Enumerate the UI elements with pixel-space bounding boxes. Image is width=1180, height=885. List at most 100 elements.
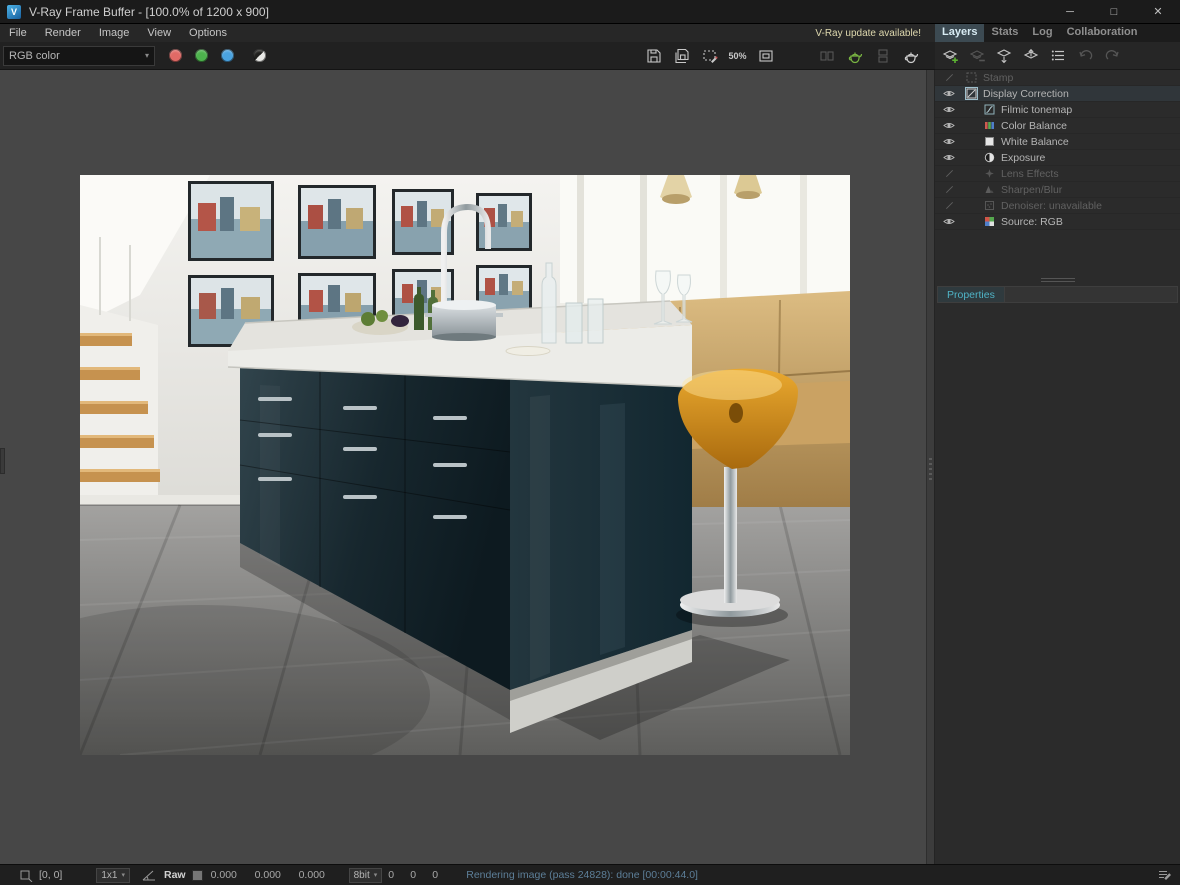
menu-file[interactable]: File — [0, 24, 36, 42]
pixel-probe-icon — [20, 869, 33, 882]
main-toolbar: RGB color ▾ 50% — [0, 42, 935, 70]
layer-label: Sharpen/Blur — [1001, 184, 1062, 196]
layer-label: Exposure — [1001, 152, 1045, 164]
test-resolution-label: 50% — [728, 51, 746, 61]
raw-blue-value: 0.000 — [299, 869, 335, 881]
menu-options[interactable]: Options — [180, 24, 236, 42]
tab-layers[interactable]: Layers — [935, 24, 984, 42]
title-bar: V V-Ray Frame Buffer - [100.0% of 1200 x… — [0, 0, 1180, 24]
tab-stats[interactable]: Stats — [984, 24, 1025, 42]
visibility-toggle[interactable] — [941, 121, 957, 130]
layers-properties-splitter[interactable] — [935, 230, 1180, 286]
visibility-toggle[interactable] — [941, 89, 957, 98]
maximize-button[interactable]: □ — [1092, 0, 1136, 23]
right-panel: Layers Stats Log Collaboration — [935, 24, 1180, 864]
stamp-editor-button[interactable] — [1158, 869, 1172, 881]
blue-channel-toggle[interactable] — [221, 49, 234, 62]
toolbar-buttons: 50% — [641, 44, 923, 68]
region-render-icon — [702, 48, 718, 64]
render-view[interactable] — [80, 175, 850, 755]
layer-list-button[interactable] — [1048, 46, 1068, 66]
visibility-toggle[interactable] — [941, 105, 957, 114]
redo-button[interactable] — [1102, 46, 1122, 66]
compare-vertical-button[interactable] — [870, 44, 895, 68]
lens-effects-icon — [983, 167, 996, 180]
layer-row-lens-effects[interactable]: Lens Effects — [935, 166, 1180, 182]
create-layer-button[interactable] — [940, 46, 960, 66]
tab-log[interactable]: Log — [1025, 24, 1059, 42]
mono-channel-toggle[interactable] — [253, 49, 266, 62]
compare-horizontal-button[interactable] — [814, 44, 839, 68]
green-channel-toggle[interactable] — [195, 49, 208, 62]
save-image-button[interactable] — [641, 44, 666, 68]
layer-row-denoiser[interactable]: Denoiser: unavailable — [935, 198, 1180, 214]
layer-label: Stamp — [983, 72, 1013, 84]
window-title: V-Ray Frame Buffer - [100.0% of 1200 x 9… — [29, 5, 269, 19]
list-icon — [1050, 47, 1067, 64]
update-notice-link[interactable]: V-Ray update available! — [815, 28, 921, 39]
visibility-toggle[interactable] — [941, 77, 957, 78]
properties-header-strip — [1005, 286, 1178, 303]
green-int-value: 0 — [410, 869, 426, 881]
window-controls: ─ □ ✕ — [1048, 0, 1180, 23]
layer-row-source-rgb[interactable]: Source: RGB — [935, 214, 1180, 230]
interactive-render-button[interactable] — [842, 44, 867, 68]
left-panel-grip[interactable] — [0, 448, 5, 474]
test-resolution-button[interactable]: 50% — [725, 44, 750, 68]
render-last-button[interactable] — [898, 44, 923, 68]
menu-image[interactable]: Image — [90, 24, 139, 42]
region-render-button[interactable] — [697, 44, 722, 68]
load-layer-tree-icon — [1023, 47, 1040, 64]
tab-properties[interactable]: Properties — [937, 286, 1005, 303]
save-channels-button[interactable] — [669, 44, 694, 68]
visibility-toggle[interactable] — [941, 137, 957, 146]
minimize-button[interactable]: ─ — [1048, 0, 1092, 23]
vray-logo-icon: V — [7, 5, 21, 19]
undo-button[interactable] — [1075, 46, 1095, 66]
save-icon — [646, 48, 662, 64]
layer-label: Filmic tonemap — [1001, 104, 1072, 116]
menu-render[interactable]: Render — [36, 24, 90, 42]
panel-splitter[interactable] — [926, 70, 935, 864]
tab-collaboration[interactable]: Collaboration — [1060, 24, 1145, 42]
layer-list: Stamp Display Correction Filmic tonemap … — [935, 70, 1180, 230]
layer-row-sharpen-blur[interactable]: Sharpen/Blur — [935, 182, 1180, 198]
properties-header: Properties — [935, 286, 1180, 303]
render-canvas[interactable] — [0, 70, 926, 864]
visibility-toggle[interactable] — [941, 205, 957, 206]
visibility-off-icon — [945, 170, 952, 177]
image-frame-button[interactable] — [753, 44, 778, 68]
clamp-colors-icon[interactable] — [142, 869, 156, 881]
visibility-off-icon — [945, 74, 952, 81]
visibility-toggle[interactable] — [941, 217, 957, 226]
sharpen-blur-icon — [983, 183, 996, 196]
layer-row-stamp[interactable]: Stamp — [935, 70, 1180, 86]
layer-row-exposure[interactable]: Exposure — [935, 150, 1180, 166]
visibility-toggle[interactable] — [941, 189, 957, 190]
color-balance-icon — [983, 119, 996, 132]
load-layer-tree-button[interactable] — [1021, 46, 1041, 66]
blue-int-value: 0 — [432, 869, 448, 881]
delete-layer-button[interactable] — [967, 46, 987, 66]
menu-view[interactable]: View — [138, 24, 180, 42]
chevron-down-icon: ▾ — [374, 871, 378, 879]
layer-row-white-balance[interactable]: White Balance — [935, 134, 1180, 150]
save-layer-tree-button[interactable] — [994, 46, 1014, 66]
filmic-tonemap-icon — [983, 103, 996, 116]
compare-vertical-icon — [875, 48, 891, 64]
save-channels-icon — [674, 48, 690, 64]
bit-depth-select[interactable]: 8bit ▾ — [349, 868, 383, 883]
create-layer-icon — [942, 47, 959, 64]
exposure-icon — [983, 151, 996, 164]
close-button[interactable]: ✕ — [1136, 0, 1180, 23]
layer-row-filmic-tonemap[interactable]: Filmic tonemap — [935, 102, 1180, 118]
channel-select-value: RGB color — [9, 50, 60, 62]
channel-select[interactable]: RGB color ▾ — [3, 46, 155, 66]
layer-row-display-correction[interactable]: Display Correction — [935, 86, 1180, 102]
visibility-toggle[interactable] — [941, 153, 957, 162]
visibility-toggle[interactable] — [941, 173, 957, 174]
pixel-aspect-select[interactable]: 1x1 ▾ — [96, 868, 130, 883]
layer-row-color-balance[interactable]: Color Balance — [935, 118, 1180, 134]
red-channel-toggle[interactable] — [169, 49, 182, 62]
red-int-value: 0 — [388, 869, 404, 881]
